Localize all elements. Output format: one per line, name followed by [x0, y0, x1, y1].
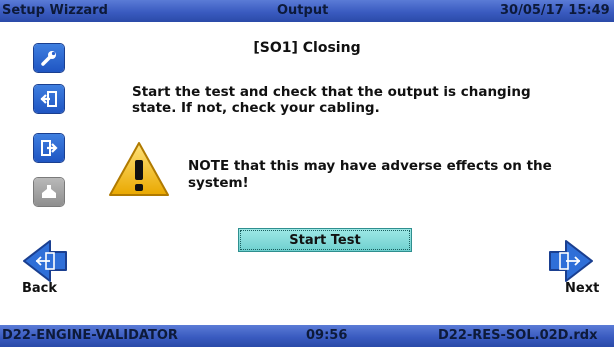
footer-bar: D22-ENGINE-VALIDATOR 09:56 D22-RES-SOL.0… [0, 325, 614, 347]
header-bar: Setup Wizzard Output 30/05/17 15:49 [0, 0, 614, 22]
input-icon [40, 91, 57, 107]
note-text: NOTE that this may have adverse effects … [188, 158, 552, 191]
machine-icon [42, 185, 56, 198]
next-button[interactable]: Next [565, 281, 599, 296]
device-name: D22-ENGINE-VALIDATOR [2, 328, 178, 343]
window-title: Setup Wizzard [2, 3, 108, 18]
warning-icon [109, 142, 169, 196]
start-test-button[interactable]: Start Test [238, 228, 412, 252]
back-arrow-icon[interactable] [20, 238, 70, 284]
section-heading: [SO1] Closing [253, 40, 361, 56]
next-arrow-icon[interactable] [546, 238, 596, 284]
machine-button[interactable] [34, 178, 64, 206]
back-button[interactable]: Back [22, 281, 57, 296]
page-title: Output [277, 3, 329, 18]
instruction-text: Start the test and check that the output… [132, 84, 531, 116]
footer-time: 09:56 [306, 328, 348, 343]
datetime: 30/05/17 15:49 [500, 3, 610, 18]
input-button[interactable] [34, 85, 64, 113]
file-name: D22-RES-SOL.02D.rdx [438, 328, 598, 343]
output-icon [41, 140, 58, 156]
output-button[interactable] [34, 134, 64, 162]
